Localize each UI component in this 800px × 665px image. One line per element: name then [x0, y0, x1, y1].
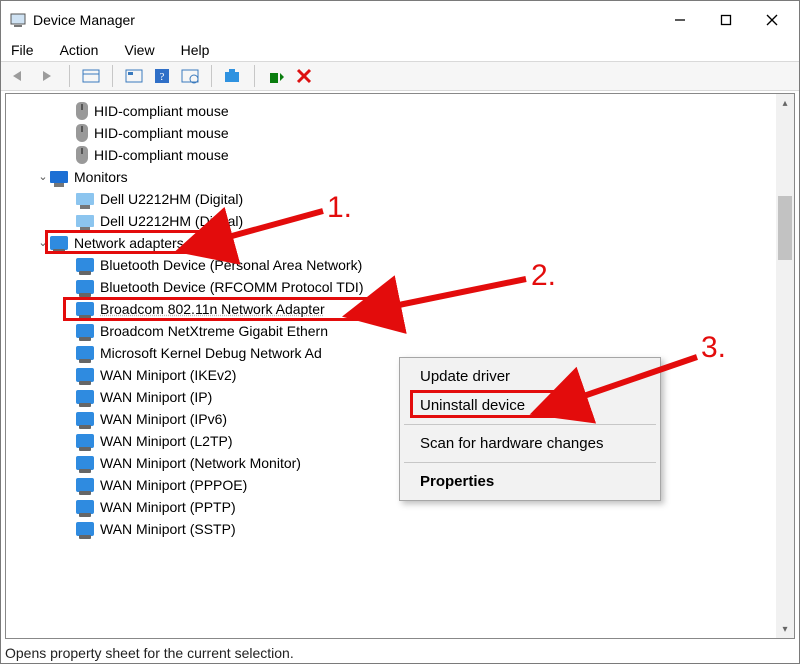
help-button[interactable]: ? — [149, 64, 175, 88]
network-adapter-icon — [76, 258, 94, 272]
mouse-icon — [76, 146, 88, 164]
ctx-update-driver[interactable]: Update driver — [402, 362, 658, 391]
app-icon — [9, 11, 27, 29]
statusbar: Opens property sheet for the current sel… — [1, 641, 799, 665]
annotation-number-3: 3. — [701, 331, 726, 365]
properties-button[interactable] — [121, 64, 147, 88]
network-adapter-icon — [76, 522, 94, 536]
network-adapter-icon — [76, 500, 94, 514]
tree-category-monitors[interactable]: ⌄Monitors — [12, 166, 794, 188]
tree-item-monitor[interactable]: Dell U2212HM (Digital) — [12, 188, 794, 210]
network-adapter-icon — [76, 434, 94, 448]
network-adapter-icon — [76, 280, 94, 294]
monitor-icon — [50, 171, 68, 183]
ctx-scan-hardware[interactable]: Scan for hardware changes — [402, 429, 658, 458]
mouse-icon — [76, 124, 88, 142]
ctx-properties[interactable]: Properties — [402, 467, 658, 496]
annotation-box-1 — [45, 230, 207, 254]
chevron-down-icon[interactable]: ⌄ — [36, 166, 50, 188]
scrollbar-thumb[interactable] — [778, 196, 792, 260]
menu-view[interactable]: View — [120, 40, 158, 60]
tree-item-network-adapter[interactable]: WAN Miniport (SSTP) — [12, 518, 794, 540]
network-adapter-icon — [76, 368, 94, 382]
monitor-icon — [76, 215, 94, 227]
menu-file[interactable]: File — [7, 40, 38, 60]
tree-item-network-adapter[interactable]: Bluetooth Device (Personal Area Network) — [12, 254, 794, 276]
titlebar: Device Manager — [1, 1, 799, 39]
tree-item-hid-mouse[interactable]: HID-compliant mouse — [12, 100, 794, 122]
minimize-button[interactable] — [657, 2, 703, 38]
window-title: Device Manager — [33, 12, 135, 28]
enable-device-button[interactable] — [263, 64, 289, 88]
scroll-up-icon[interactable]: ▴ — [776, 94, 794, 112]
nav-back-button[interactable] — [7, 64, 33, 88]
vertical-scrollbar[interactable]: ▴ ▾ — [776, 94, 794, 638]
menu-action[interactable]: Action — [56, 40, 103, 60]
menubar: File Action View Help — [1, 39, 799, 61]
show-hidden-button[interactable] — [78, 64, 104, 88]
tree-item-hid-mouse[interactable]: HID-compliant mouse — [12, 144, 794, 166]
network-adapter-icon — [76, 456, 94, 470]
svg-text:?: ? — [160, 71, 165, 83]
menu-separator — [404, 462, 656, 463]
tree-item-network-adapter[interactable]: Bluetooth Device (RFCOMM Protocol TDI) — [12, 276, 794, 298]
tree-item-monitor[interactable]: Dell U2212HM (Digital) — [12, 210, 794, 232]
context-menu: Update driver Uninstall device Scan for … — [399, 357, 661, 501]
network-adapter-icon — [76, 412, 94, 426]
close-button[interactable] — [749, 2, 795, 38]
monitor-icon — [76, 193, 94, 205]
uninstall-device-button[interactable] — [291, 64, 317, 88]
annotation-number-2: 2. — [531, 259, 556, 293]
tree-item-hid-mouse[interactable]: HID-compliant mouse — [12, 122, 794, 144]
scan-button[interactable] — [177, 64, 203, 88]
mouse-icon — [76, 102, 88, 120]
menu-help[interactable]: Help — [177, 40, 214, 60]
network-adapter-icon — [76, 324, 94, 338]
menu-separator — [404, 424, 656, 425]
annotation-box-3 — [410, 390, 558, 418]
tree-item-network-adapter[interactable]: Broadcom NetXtreme Gigabit Ethern — [12, 320, 794, 342]
network-adapter-icon — [76, 346, 94, 360]
network-adapter-icon — [76, 390, 94, 404]
annotation-box-2 — [63, 297, 373, 321]
annotation-number-1: 1. — [327, 191, 352, 225]
status-text: Opens property sheet for the current sel… — [5, 645, 294, 661]
toolbar: ? — [1, 61, 799, 91]
scroll-down-icon[interactable]: ▾ — [776, 620, 794, 638]
nav-forward-button[interactable] — [35, 64, 61, 88]
update-driver-button[interactable] — [220, 64, 246, 88]
maximize-button[interactable] — [703, 2, 749, 38]
network-adapter-icon — [76, 478, 94, 492]
